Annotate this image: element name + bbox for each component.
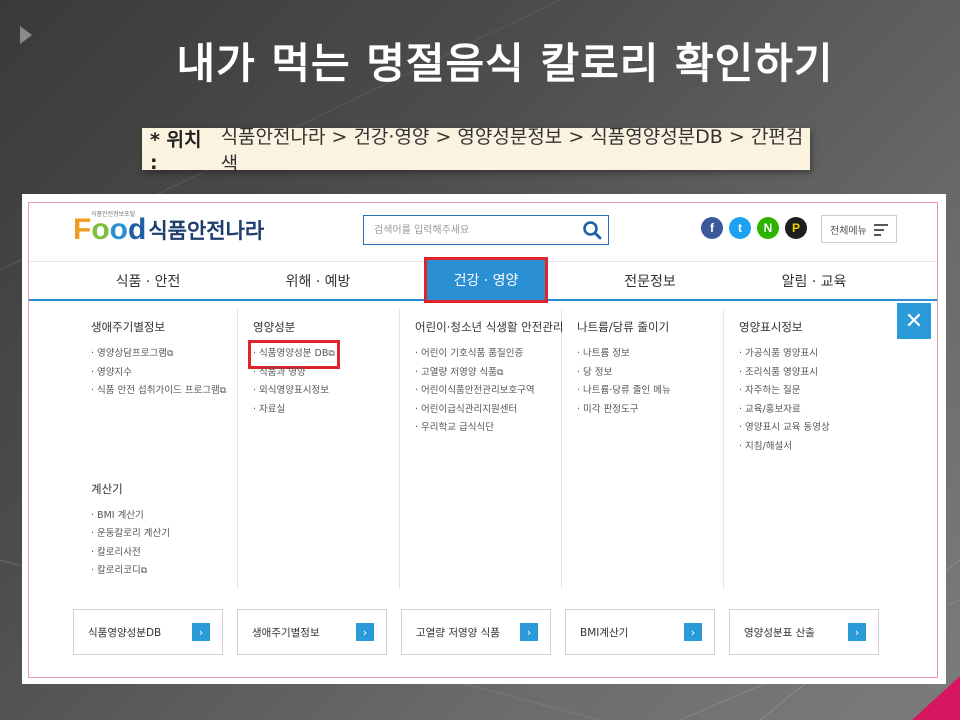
mega-menu: 생애주기별정보 · 영양상담프로그램⧉ · 영양지수 · 식품 안전 섭취가이드… xyxy=(29,301,937,591)
nav-notice-education[interactable]: 알림 · 교육 xyxy=(739,262,889,300)
menu-link-reduced-menu[interactable]: · 나트륨·당류 줄인 메뉴 xyxy=(577,382,737,401)
highlight-box: · 식품영양성분 DB⧉ xyxy=(248,340,340,369)
menu-column-nutrition-label: 영양표시정보 · 가공식품 영양표시 · 조리식품 영양표시 · 자주하는 질문… xyxy=(739,319,899,456)
location-box: * 위치 : 식품안전나라 > 건강·영양 > 영양성분정보 > 식품영양성분D… xyxy=(142,126,810,175)
menu-link-school-meal[interactable]: · 우리학교 급식식단 xyxy=(415,419,575,438)
menu-column-nutrients: 영양성분 · 식품영양성분 DB⧉ · 식품과 영양 · 외식영양표시정보 · … xyxy=(248,319,413,420)
menu-link-nutrition-counseling[interactable]: · 영양상담프로그램⧉ xyxy=(91,345,251,364)
site-header: 식품안전정보포털 Food 식품안전나라 f t N P 전체메뉴 xyxy=(29,203,937,261)
external-link-icon: ⧉ xyxy=(219,386,227,396)
menu-link-food-and-nutrition[interactable]: · 식품과 영양 xyxy=(253,364,413,383)
nav-hazard-prevention[interactable]: 위해 · 예방 xyxy=(243,262,393,300)
logo-tagline: 식품안전정보포털 xyxy=(91,211,136,218)
menu-column-sodium-sugar: 나트륨/당류 줄이기 · 나트륨 정보 · 당 정보 · 나트륨·당류 줄인 메… xyxy=(577,319,737,419)
menu-link-cooked-label[interactable]: · 조리식품 영양표시 xyxy=(739,364,899,383)
menu-link-meal-support-center[interactable]: · 어린이급식관리지원센터 xyxy=(415,401,575,420)
chevron-right-icon: › xyxy=(684,623,702,641)
menu-link-faq[interactable]: · 자주하는 질문 xyxy=(739,382,899,401)
menu-link-processed-label[interactable]: · 가공식품 영양표시 xyxy=(739,345,899,364)
all-menu-button[interactable]: 전체메뉴 xyxy=(821,215,897,243)
column-title-calculator: 계산기 xyxy=(91,481,123,496)
menu-link-archive[interactable]: · 자료실 xyxy=(253,401,413,420)
menu-link-sodium-info[interactable]: · 나트륨 정보 xyxy=(577,345,737,364)
menu-link-taste-tool[interactable]: · 미각 판정도구 xyxy=(577,401,737,420)
search-box xyxy=(363,215,609,245)
external-link-icon: ⧉ xyxy=(328,349,335,359)
quick-link-bmi[interactable]: BMI계산기 › xyxy=(565,609,715,655)
location-label: * 위치 : xyxy=(150,128,202,174)
site-logo[interactable]: 식품안전정보포털 Food 식품안전나라 xyxy=(73,211,265,246)
menu-link-high-calorie-food[interactable]: · 고열량 저영양 식품⧉ xyxy=(415,364,575,383)
kakao-icon[interactable]: P xyxy=(785,217,807,239)
column-title: 영양성분 xyxy=(253,320,296,334)
sns-links: f t N P xyxy=(701,217,807,239)
website-screenshot: 식품안전정보포털 Food 식품안전나라 f t N P 전체메뉴 xyxy=(22,194,946,684)
location-path: 식품안전나라 > 건강·영양 > 영양성분정보 > 식품영양성분DB > 간편검… xyxy=(220,126,804,175)
nav-expert-info[interactable]: 전문정보 xyxy=(575,262,725,300)
column-title: 영양표시정보 xyxy=(739,320,803,334)
search-input[interactable] xyxy=(364,216,576,244)
menu-link-food-nutrient-db[interactable]: · 식품영양성분 DB⧉ xyxy=(248,340,413,369)
menu-link-intake-guide[interactable]: · 식품 안전 섭취가이드 프로그램⧉ xyxy=(91,382,251,401)
menu-link-calorie-dictionary[interactable]: · 칼로리사전 xyxy=(91,544,251,563)
quick-link-nutrient-db[interactable]: 식품영양성분DB › xyxy=(73,609,223,655)
nav-food-safety[interactable]: 식품 · 안전 xyxy=(73,262,223,300)
blog-icon[interactable]: N xyxy=(757,217,779,239)
menu-link-sugar-info[interactable]: · 당 정보 xyxy=(577,364,737,383)
nav-health-nutrition[interactable]: 건강 · 영양 xyxy=(424,257,548,303)
chevron-right-icon: › xyxy=(356,623,374,641)
hamburger-icon xyxy=(874,224,888,236)
quick-link-nutrition-calc[interactable]: 영양성분표 산출 › xyxy=(729,609,879,655)
menu-link-food-safety-zone[interactable]: · 어린이식품안전관리보호구역 xyxy=(415,382,575,401)
facebook-icon[interactable]: f xyxy=(701,217,723,239)
chevron-right-icon: › xyxy=(192,623,210,641)
column-title: 어린이·청소년 식생활 안전관리 xyxy=(415,320,564,334)
main-nav: 식품 · 안전 위해 · 예방 건강 · 영양 전문정보 알림 · 교육 xyxy=(29,257,937,303)
menu-column-children: 어린이·청소년 식생활 안전관리 · 어린이 기호식품 품질인증 · 고열량 저… xyxy=(415,319,575,438)
column-title: 나트륨/당류 줄이기 xyxy=(577,320,670,334)
chevron-right-icon: › xyxy=(520,623,538,641)
external-link-icon: ⧉ xyxy=(140,566,148,576)
logo-name: 식품안전나라 xyxy=(148,219,265,243)
search-icon[interactable] xyxy=(582,220,602,240)
slide-title: 내가 먹는 명절음식 칼로리 확인하기 xyxy=(176,39,834,88)
menu-link-guidelines[interactable]: · 지침/해설서 xyxy=(739,438,899,457)
quick-links: 식품영양성분DB › 생애주기별정보 › 고열량 저영양 식품 › BMI계산기 › 영… xyxy=(73,609,879,655)
menu-link-nutrition-index[interactable]: · 영양지수 xyxy=(91,364,251,383)
all-menu-label: 전체메뉴 xyxy=(830,225,867,237)
menu-link-exercise-calorie[interactable]: · 운동칼로리 계산기 xyxy=(91,525,251,544)
twitter-icon[interactable]: t xyxy=(729,217,751,239)
menu-link-dining-nutrition-label[interactable]: · 외식영양표시정보 xyxy=(253,382,413,401)
menu-link-edu-video[interactable]: · 영양표시 교육 동영상 xyxy=(739,419,899,438)
menu-link-kids-food-cert[interactable]: · 어린이 기호식품 품질인증 xyxy=(415,345,575,364)
menu-link-calorie-coordi[interactable]: · 칼로리코디⧉ xyxy=(91,562,251,581)
menu-link-edu-materials[interactable]: · 교육/홍보자료 xyxy=(739,401,899,420)
menu-column-lifecycle: 생애주기별정보 · 영양상담프로그램⧉ · 영양지수 · 식품 안전 섭취가이드… xyxy=(91,319,251,581)
website-frame: 식품안전정보포털 Food 식품안전나라 f t N P 전체메뉴 xyxy=(28,202,938,678)
chevron-right-icon: › xyxy=(848,623,866,641)
external-link-icon: ⧉ xyxy=(166,349,174,359)
quick-link-high-calorie[interactable]: 고열량 저영양 식품 › xyxy=(401,609,551,655)
column-title: 생애주기별정보 xyxy=(91,320,166,334)
logo-food-text: Food xyxy=(73,213,147,246)
quick-link-lifecycle[interactable]: 생애주기별정보 › xyxy=(237,609,387,655)
menu-link-bmi-calculator[interactable]: · BMI 계산기 xyxy=(91,507,251,526)
external-link-icon: ⧉ xyxy=(497,367,504,378)
